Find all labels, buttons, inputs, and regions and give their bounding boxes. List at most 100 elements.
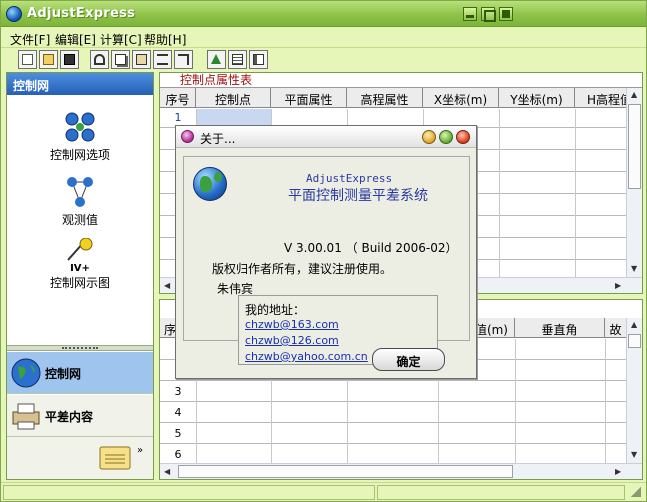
- delete-row-button[interactable]: [174, 50, 193, 69]
- globe-app-icon: [6, 6, 22, 22]
- status-bar: [1, 482, 646, 501]
- window-title: AdjustExpress: [27, 6, 136, 21]
- save-icon: [64, 54, 75, 65]
- email-link[interactable]: chzwb@yahoo.com.cn: [245, 350, 368, 363]
- title-bar[interactable]: AdjustExpress: [1, 1, 646, 27]
- paste-icon: [136, 54, 147, 65]
- row-number: 3: [174, 385, 182, 398]
- menu-edit[interactable]: 编辑[E]: [55, 31, 96, 48]
- sidebar-item-network-options[interactable]: 控制网选项: [7, 111, 153, 163]
- sidebar-overflow: »: [7, 437, 153, 479]
- about-panel: AdjustExpress 平面控制测量平差系统 V 3.00.01 （ Bui…: [183, 156, 470, 365]
- scroll-down-icon[interactable]: ▼: [631, 450, 637, 459]
- resize-grip-icon[interactable]: [631, 487, 641, 497]
- dialog-minimize-button[interactable]: [422, 130, 436, 144]
- menu-help[interactable]: 帮助[H]: [144, 31, 186, 48]
- dialog-maximize-button[interactable]: [439, 130, 453, 144]
- save-button[interactable]: [60, 50, 79, 69]
- compute-icon: [211, 54, 221, 64]
- scroll-thumb[interactable]: [628, 334, 641, 348]
- version-text: V 3.00.01 （ Build 2006-02）: [284, 241, 458, 255]
- dialog-title: 关于...: [200, 132, 236, 146]
- folder-icon[interactable]: [99, 443, 131, 471]
- copy-button[interactable]: [111, 50, 130, 69]
- status-pane-secondary: [377, 485, 625, 500]
- overflow-chevron-icon[interactable]: »: [137, 445, 143, 456]
- column-header[interactable]: 故: [605, 318, 627, 338]
- printer-icon: [10, 400, 42, 432]
- report-button[interactable]: [249, 50, 268, 69]
- main-window: AdjustExpress 文件[F] 编辑[E] 计算[C] 帮助[H] 控制…: [0, 0, 647, 502]
- horizontal-scrollbar[interactable]: ◀ ▶: [160, 463, 642, 479]
- dialog-app-icon: [181, 130, 194, 143]
- insert-row-button[interactable]: [153, 50, 172, 69]
- delete-row-icon: [178, 54, 189, 65]
- table-header: 序号 控制点 平面属性 高程属性 X坐标(m) Y坐标(m) H高程值: [160, 88, 627, 108]
- dialog-title-bar[interactable]: 关于...: [176, 126, 476, 148]
- column-header[interactable]: 序号: [160, 88, 196, 108]
- column-header[interactable]: 平面属性: [271, 88, 347, 108]
- compute-button[interactable]: [207, 50, 226, 69]
- maximize-button[interactable]: [481, 7, 496, 22]
- network-diagram-icon: [64, 237, 96, 262]
- globe-icon: [193, 167, 227, 201]
- sidebar-item-observations[interactable]: 观测值: [7, 176, 153, 228]
- sidebar-splitter[interactable]: [7, 345, 153, 351]
- scroll-thumb[interactable]: [628, 104, 641, 189]
- report-icon: [253, 54, 264, 65]
- vertical-scrollbar[interactable]: ▲ ▼: [626, 88, 642, 277]
- vertical-scrollbar[interactable]: ▲ ▼: [626, 318, 642, 463]
- column-header[interactable]: 垂直角: [515, 318, 605, 338]
- network-diagram-badge: IV+: [70, 263, 90, 274]
- paste-button[interactable]: [132, 50, 151, 69]
- sidebar-item-network-diagram[interactable]: IV+ 控制网示图: [7, 237, 153, 291]
- sidebar-item-label: 控制网选项: [49, 148, 110, 162]
- calculator-button[interactable]: [228, 50, 247, 69]
- app-name-en: AdjustExpress: [306, 172, 393, 185]
- copy-icon: [115, 54, 126, 65]
- row-number: 5: [174, 427, 182, 440]
- network-options-icon: [64, 111, 96, 143]
- scroll-left-icon[interactable]: ◀: [164, 281, 170, 290]
- cut-button[interactable]: [90, 50, 109, 69]
- insert-row-icon: [157, 54, 168, 65]
- open-button[interactable]: [39, 50, 58, 69]
- nav-control-network[interactable]: 控制网: [7, 352, 153, 394]
- email-link[interactable]: chzwb@163.com: [245, 318, 339, 331]
- table-caption: 控制点属性表: [160, 73, 642, 88]
- new-file-icon: [22, 54, 33, 65]
- menu-file[interactable]: 文件[F]: [10, 31, 50, 48]
- scroll-thumb[interactable]: [178, 465, 513, 478]
- scroll-up-icon[interactable]: ▲: [631, 320, 637, 329]
- menu-compute[interactable]: 计算[C]: [100, 31, 142, 48]
- nav-label: 平差内容: [45, 410, 94, 424]
- minimize-button[interactable]: [463, 7, 477, 21]
- column-header[interactable]: X坐标(m): [423, 88, 499, 108]
- scroll-down-icon[interactable]: ▼: [631, 264, 637, 273]
- open-folder-icon: [43, 54, 54, 65]
- scroll-right-icon[interactable]: ▶: [615, 281, 621, 290]
- column-header[interactable]: 控制点: [196, 88, 271, 108]
- column-header[interactable]: 高程属性: [347, 88, 423, 108]
- row-number: 4: [174, 406, 182, 419]
- toolbar: [1, 49, 646, 71]
- scroll-left-icon[interactable]: ◀: [164, 467, 170, 476]
- app-name-cn: 平面控制测量平差系统: [288, 188, 428, 204]
- observations-icon: [64, 176, 96, 208]
- address-label: 我的地址：: [245, 303, 306, 317]
- scroll-up-icon[interactable]: ▲: [631, 90, 637, 99]
- nav-adjustment-content[interactable]: 平差内容: [7, 395, 153, 437]
- column-header[interactable]: Y坐标(m): [499, 88, 575, 108]
- sidebar-item-label: 控制网示图: [49, 276, 110, 290]
- column-header[interactable]: H高程值: [575, 88, 627, 108]
- row-number: 1: [174, 111, 182, 124]
- copyright-text: 版权归作者所有，建议注册使用。: [212, 262, 393, 276]
- new-file-button[interactable]: [18, 50, 37, 69]
- email-link[interactable]: chzwb@126.com: [245, 334, 339, 347]
- sidebar-item-label: 观测值: [61, 213, 98, 227]
- scroll-right-icon[interactable]: ▶: [615, 467, 621, 476]
- close-button[interactable]: [499, 7, 513, 21]
- ok-button[interactable]: 确定: [372, 348, 445, 371]
- sidebar: 控制网 控制网选项 观测值 IV+ 控制网示图 控制网 平差内容 »: [6, 72, 154, 480]
- dialog-close-button[interactable]: [456, 130, 470, 144]
